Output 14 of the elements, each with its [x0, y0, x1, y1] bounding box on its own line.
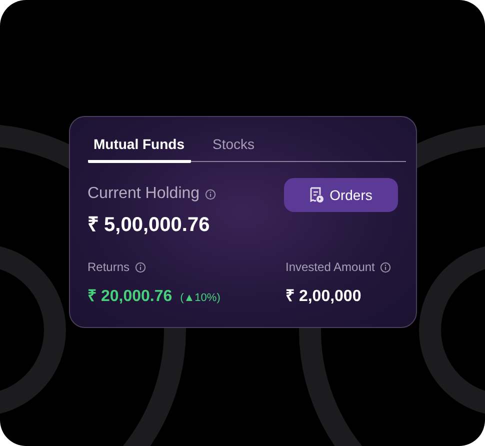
- orders-button[interactable]: Orders: [284, 178, 398, 212]
- info-icon: [380, 262, 391, 272]
- tab[interactable]: Stocks: [206, 129, 261, 163]
- invested-label: Invested Amount: [286, 259, 375, 276]
- tab[interactable]: Mutual Funds: [88, 129, 190, 163]
- holding-value: ₹ 5,00,000.76: [88, 213, 211, 238]
- info-icon: [204, 188, 216, 200]
- holding-label: Current Holding: [88, 184, 200, 204]
- receipt-icon: [308, 187, 324, 203]
- returns-value: ₹ 20,000.76: [88, 287, 172, 307]
- info-icon: [134, 262, 146, 272]
- invested-value: ₹ 2,00,000: [286, 287, 362, 307]
- returns-change: (▲10%): [180, 291, 220, 306]
- returns-label: Returns: [88, 259, 130, 276]
